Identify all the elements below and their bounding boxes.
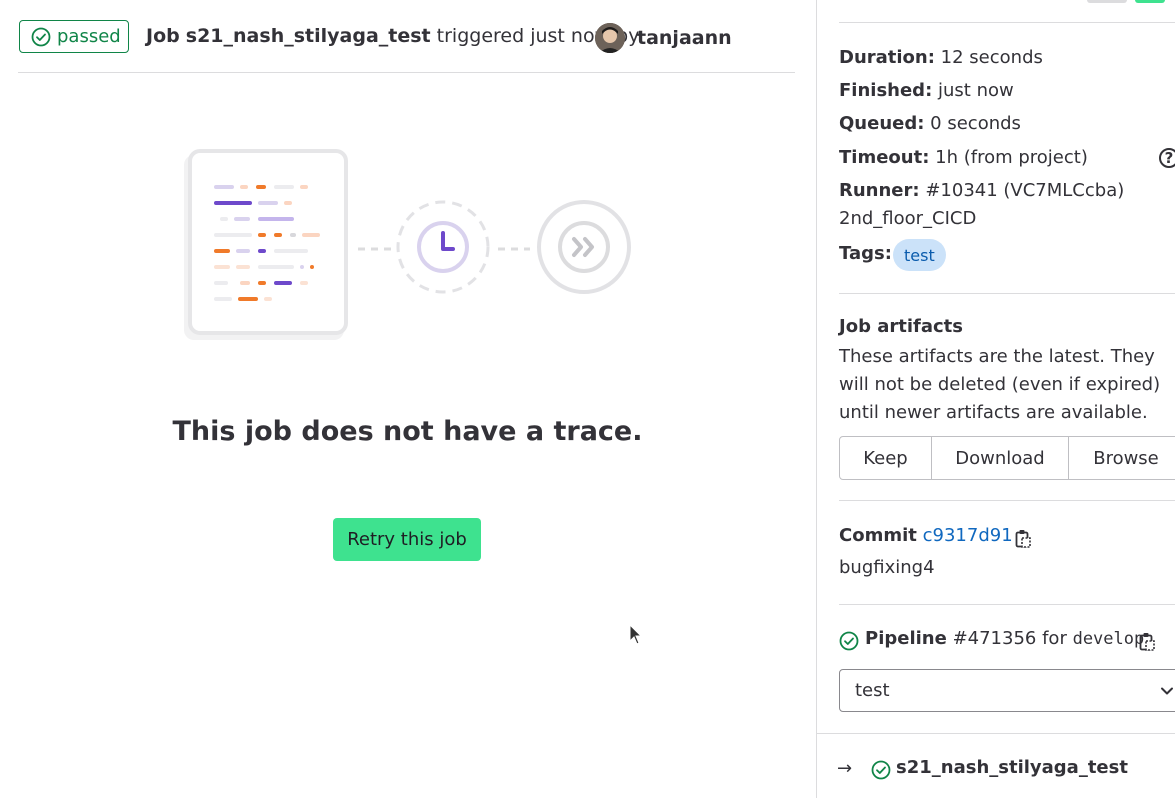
queued-label: Queued: — [839, 113, 925, 134]
duration-label: Duration: — [839, 47, 935, 68]
job-title: Job s21_nash_stilyaga_test triggered jus… — [146, 25, 639, 47]
runner-value: #10341 (VC7MLCcba) — [925, 180, 1125, 201]
commit-message: bugfixing4 — [839, 557, 935, 578]
tags-label: Tags: — [839, 243, 892, 264]
tag-badge[interactable]: test — [893, 239, 946, 271]
pipeline-id-link[interactable]: #471356 — [953, 628, 1037, 649]
queued-row: Queued: 0 seconds — [839, 113, 1021, 134]
mouse-cursor-icon — [629, 624, 643, 645]
chevron-down-icon — [1161, 687, 1173, 695]
runner-row: Runner: #10341 (VC7MLCcba) — [839, 180, 1124, 201]
header-divider — [18, 72, 795, 73]
current-job-name: s21_nash_stilyaga_test — [896, 757, 1128, 778]
job-name: s21_nash_stilyaga_test — [185, 25, 431, 47]
pipeline-row: Pipeline #471356 for develop — [865, 628, 1144, 649]
check-circle-icon — [839, 631, 859, 651]
status-label: passed — [57, 26, 121, 47]
divider — [817, 733, 1175, 734]
artifacts-title-text: Job artifacts — [839, 316, 963, 337]
tags-label-text: Tags: — [839, 243, 892, 264]
stage-select-value: test — [855, 680, 890, 701]
finished-row: Finished: just now — [839, 80, 1014, 101]
finished-value: just now — [938, 80, 1014, 101]
clipboard-icon[interactable] — [1015, 529, 1031, 549]
browse-artifacts-button[interactable]: Browse — [1069, 436, 1175, 480]
skip-forward-icon — [572, 237, 594, 257]
queued-value: 0 seconds — [930, 113, 1021, 134]
branch-name[interactable]: develop — [1073, 629, 1145, 649]
divider — [839, 500, 1175, 501]
empty-state-title: This job does not have a trace. — [172, 416, 643, 447]
sidebar-top-button-edge-primary — [1135, 0, 1165, 3]
arrow-right-icon: → — [837, 758, 853, 779]
help-icon[interactable]: ? — [1159, 148, 1175, 168]
avatar[interactable] — [595, 23, 625, 53]
finished-label: Finished: — [839, 80, 933, 101]
status-badge[interactable]: passed — [19, 20, 129, 53]
retry-job-button[interactable]: Retry this job — [333, 518, 481, 561]
duration-row: Duration: 12 seconds — [839, 47, 1043, 68]
artifacts-description: These artifacts are the latest. They wil… — [839, 346, 1161, 423]
timeout-row: Timeout: 1h (from project) — [839, 147, 1088, 168]
username-link[interactable]: tanjaann — [637, 27, 732, 49]
current-job-link[interactable]: s21_nash_stilyaga_test — [896, 757, 1128, 778]
clock-icon — [441, 231, 455, 251]
stage-select[interactable]: test — [839, 669, 1175, 712]
divider — [839, 22, 1175, 23]
divider — [839, 604, 1175, 605]
sidebar-top-button-edge — [1087, 0, 1127, 3]
artifacts-button-group: Keep Download Browse — [839, 436, 1175, 480]
runner-label: Runner: — [839, 180, 920, 201]
duration-value: 12 seconds — [940, 47, 1043, 68]
timeout-value: 1h (from project) — [935, 147, 1088, 168]
pipeline-label: Pipeline — [865, 628, 947, 649]
clipboard-icon[interactable] — [1139, 632, 1155, 652]
download-artifacts-button[interactable]: Download — [932, 436, 1069, 480]
commit-sha-link[interactable]: c9317d91 — [923, 525, 1013, 546]
job-sidebar: Duration: 12 seconds Finished: just now … — [816, 0, 1175, 798]
commit-row: Commit c9317d91 — [839, 525, 1013, 546]
keep-artifacts-button[interactable]: Keep — [839, 436, 932, 480]
job-prefix: Job — [146, 25, 180, 47]
divider — [839, 293, 1175, 294]
runner-name: 2nd_floor_CICD — [839, 208, 977, 229]
commit-label: Commit — [839, 525, 917, 546]
check-circle-icon — [31, 27, 51, 46]
timeout-label: Timeout: — [839, 147, 930, 168]
check-circle-icon — [871, 760, 891, 780]
empty-trace-illustration — [184, 149, 631, 340]
artifacts-title: Job artifacts — [839, 316, 963, 337]
pipeline-for: for — [1042, 628, 1067, 649]
